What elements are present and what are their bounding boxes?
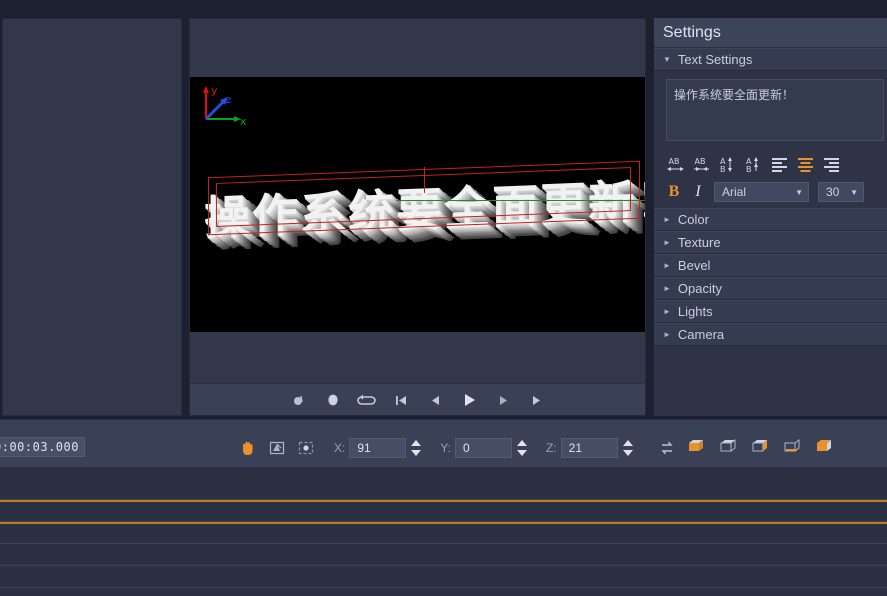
font-size-value: 30 (826, 185, 840, 199)
marker-line (0, 522, 887, 524)
bold-button[interactable]: B (666, 183, 682, 201)
section-header-opacity[interactable]: ► Opacity (654, 277, 887, 300)
go-to-start-icon[interactable] (391, 391, 411, 409)
section-header-camera[interactable]: ► Camera (654, 323, 887, 346)
font-size-select[interactable]: 30 ▼ (818, 182, 864, 202)
settings-title: Settings (654, 18, 887, 48)
marker-line (0, 500, 887, 502)
transport-bar (190, 383, 645, 415)
hand-tool-icon[interactable] (238, 438, 258, 458)
settings-panel: Settings ▼ Text Settings AB AB (653, 18, 887, 416)
align-left-icon[interactable] (770, 155, 789, 174)
axis-gizmo: y x z (198, 83, 254, 128)
section-label-lights: Lights (677, 304, 713, 319)
coord-x-label: X: (334, 441, 346, 455)
timeline-panel[interactable] (0, 466, 887, 596)
font-family-value: Arial (722, 185, 747, 199)
view-perspective-icon[interactable] (814, 436, 834, 456)
svg-text:AB: AB (669, 157, 680, 166)
preview-stage[interactable]: y x z 操作系统要全面更新！ (190, 77, 645, 332)
coord-x: X: 91 (334, 438, 422, 458)
chevron-right-icon[interactable]: ► (663, 330, 671, 339)
font-family-select[interactable]: Arial ▼ (714, 182, 809, 202)
section-header-lights[interactable]: ► Lights (654, 300, 887, 323)
coord-z-stepper[interactable] (622, 439, 634, 457)
step-forward-icon[interactable] (493, 391, 513, 409)
chevron-right-icon[interactable]: ► (663, 307, 671, 316)
coord-x-value[interactable]: 91 (349, 438, 407, 458)
section-header-text-settings[interactable]: ▼ Text Settings (654, 48, 887, 71)
text-object[interactable]: 操作系统要全面更新！ (196, 160, 645, 247)
font-format-row: B I Arial ▼ 30 ▼ (666, 182, 881, 202)
chevron-down-icon[interactable]: ▼ (663, 55, 671, 64)
tracking-expand-icon[interactable]: AB (666, 155, 685, 174)
coord-y-label: Y: (440, 441, 452, 455)
transform-tools: X: 91 Y: 0 Z: 21 (238, 436, 677, 460)
view-preset-buttons (686, 436, 834, 456)
coord-z-label: Z: (546, 441, 557, 455)
coord-y: Y: 0 (440, 438, 528, 458)
track-divider (0, 587, 887, 588)
svg-text:B: B (746, 165, 752, 174)
track-divider (0, 466, 887, 467)
audio-scrub-icon[interactable] (289, 391, 309, 409)
timecode-field[interactable]: 0:00:03.000 (0, 437, 85, 457)
leading-increase-icon[interactable]: A B (718, 155, 737, 174)
render-preview-icon[interactable] (323, 391, 343, 409)
svg-text:x: x (240, 115, 247, 127)
track-divider (0, 565, 887, 566)
section-label-texture: Texture (677, 235, 721, 250)
chevron-right-icon[interactable]: ► (663, 215, 671, 224)
chevron-down-icon[interactable]: ▼ (850, 188, 858, 197)
preview-panel: y x z 操作系统要全面更新！ (189, 18, 646, 416)
section-label-text-settings: Text Settings (677, 52, 753, 67)
coord-y-stepper[interactable] (516, 439, 528, 457)
chevron-right-icon[interactable]: ► (663, 238, 671, 247)
svg-text:AB: AB (695, 157, 706, 166)
align-center-icon[interactable] (796, 155, 815, 174)
chevron-right-icon[interactable]: ► (663, 284, 671, 293)
track-divider (0, 543, 887, 544)
go-to-end-icon[interactable] (527, 391, 547, 409)
x-axis-guide (396, 200, 645, 201)
chevron-down-icon[interactable]: ▼ (795, 188, 803, 197)
media-bin-panel[interactable] (2, 18, 182, 416)
coord-y-value[interactable]: 0 (455, 438, 513, 458)
section-label-color: Color (677, 212, 709, 227)
leading-decrease-icon[interactable]: A B (744, 155, 763, 174)
section-header-color[interactable]: ► Color (654, 208, 887, 231)
select-points-icon[interactable] (296, 438, 316, 458)
view-front-icon[interactable] (686, 436, 706, 456)
loop-icon[interactable] (356, 391, 377, 409)
view-top-icon[interactable] (718, 436, 738, 456)
coord-z: Z: 21 (546, 438, 634, 458)
svg-text:z: z (226, 95, 231, 106)
svg-text:y: y (211, 84, 218, 97)
view-left-icon[interactable] (750, 436, 770, 456)
tracking-narrow-icon[interactable]: AB (692, 155, 711, 174)
section-label-bevel: Bevel (677, 258, 711, 273)
play-icon[interactable] (459, 391, 479, 409)
section-header-bevel[interactable]: ► Bevel (654, 254, 887, 277)
text-settings-body: AB AB A (654, 71, 887, 208)
view-bottom-icon[interactable] (782, 436, 802, 456)
app-root: y x z 操作系统要全面更新！ Settings ▼ Text Setting… (0, 0, 887, 596)
section-label-camera: Camera (677, 327, 725, 342)
chevron-right-icon[interactable]: ► (663, 261, 671, 270)
text-tools-row: AB AB A B A B (666, 155, 881, 174)
section-header-texture[interactable]: ► Texture (654, 231, 887, 254)
step-backward-icon[interactable] (425, 391, 445, 409)
top-strip (0, 0, 887, 18)
y-axis-tick (424, 167, 425, 193)
section-label-opacity: Opacity (677, 281, 722, 296)
svg-text:B: B (720, 165, 726, 174)
align-right-icon[interactable] (822, 155, 841, 174)
move-object-icon[interactable] (267, 438, 287, 458)
coord-z-value[interactable]: 21 (560, 438, 618, 458)
reset-transform-icon[interactable] (657, 438, 677, 458)
text-input[interactable] (666, 79, 884, 141)
italic-button[interactable]: I (691, 183, 705, 201)
coord-x-stepper[interactable] (410, 439, 422, 457)
